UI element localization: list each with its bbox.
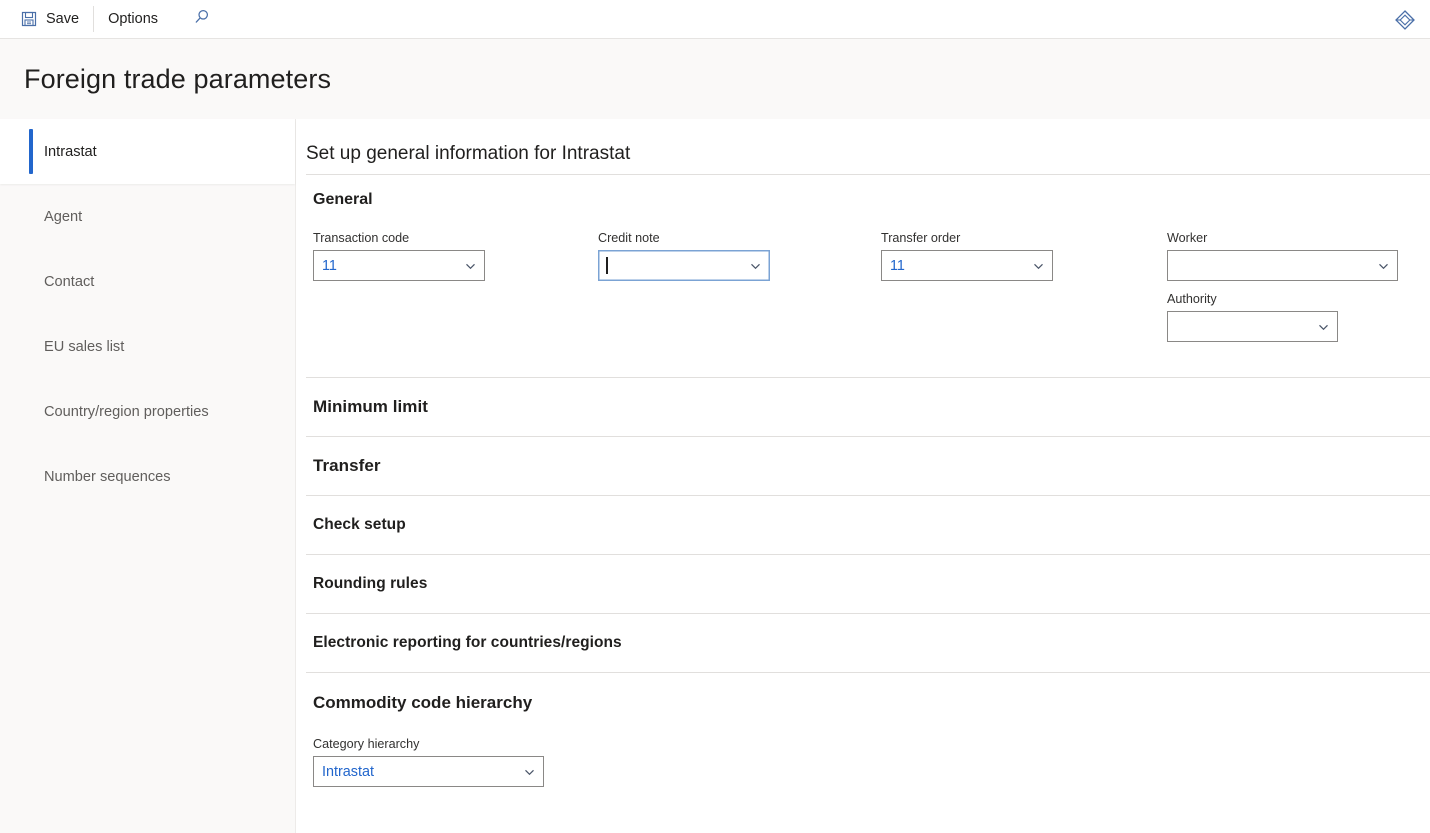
transfer-order-value: 11 xyxy=(890,257,905,274)
save-button-label: Save xyxy=(46,11,80,27)
chevron-down-icon xyxy=(1317,320,1330,333)
sidebar-item-country-region-properties[interactable]: Country/region properties xyxy=(0,379,295,444)
field-category-hierarchy: Category hierarchy Intrastat xyxy=(313,737,544,787)
chevron-down-icon xyxy=(749,259,762,272)
section-transfer[interactable]: Transfer xyxy=(306,437,1430,495)
field-transfer-order: Transfer order 11 xyxy=(881,231,1053,281)
section-title: Transfer xyxy=(313,456,381,475)
sidebar-item-number-sequences[interactable]: Number sequences xyxy=(0,444,295,509)
field-label: Authority xyxy=(1167,292,1217,306)
page-header-band: Foreign trade parameters xyxy=(0,39,1430,119)
field-worker: Worker xyxy=(1167,231,1398,281)
section-general: General Transaction code 11 Credit note xyxy=(306,175,1430,377)
save-button[interactable]: Save xyxy=(8,0,91,38)
general-fields-row: Transaction code 11 Credit note Transfer… xyxy=(313,231,1430,351)
section-title: Minimum limit xyxy=(313,397,428,416)
field-transaction-code: Transaction code 11 xyxy=(313,231,485,281)
section-general-title[interactable]: General xyxy=(313,191,1430,209)
section-minimum-limit[interactable]: Minimum limit xyxy=(306,378,1430,436)
section-electronic-reporting[interactable]: Electronic reporting for countries/regio… xyxy=(306,614,1430,672)
section-commodity-code-hierarchy: Commodity code hierarchy Category hierar… xyxy=(306,673,1430,787)
credit-note-dropdown[interactable] xyxy=(598,250,770,281)
save-floppy-icon xyxy=(20,10,38,28)
section-title[interactable]: Commodity code hierarchy xyxy=(313,673,1430,737)
sidebar-item-agent[interactable]: Agent xyxy=(0,184,295,249)
options-menu-button[interactable]: Options xyxy=(96,0,170,38)
sidebar-item-contact[interactable]: Contact xyxy=(0,249,295,314)
section-title: Rounding rules xyxy=(313,575,428,592)
worker-dropdown[interactable] xyxy=(1167,250,1398,281)
field-authority: Authority xyxy=(1167,292,1338,342)
sidebar-item-intrastat[interactable]: Intrastat xyxy=(0,119,295,184)
section-title: Electronic reporting for countries/regio… xyxy=(313,634,622,651)
sidebar-item-eu-sales-list[interactable]: EU sales list xyxy=(0,314,295,379)
field-label: Worker xyxy=(1167,231,1208,245)
sidebar-item-label: Country/region properties xyxy=(44,403,209,420)
category-hierarchy-dropdown[interactable]: Intrastat xyxy=(313,756,544,787)
search-icon xyxy=(193,8,211,31)
content-heading: Set up general information for Intrastat xyxy=(306,143,631,164)
search-button[interactable] xyxy=(184,0,220,38)
toolbar-divider xyxy=(93,6,95,32)
main-content: Set up general information for Intrastat… xyxy=(296,119,1430,833)
diamond-badge-icon[interactable] xyxy=(1394,9,1416,31)
sidebar-item-label: Intrastat xyxy=(44,143,97,160)
transaction-code-dropdown[interactable]: 11 xyxy=(313,250,485,281)
chevron-down-icon xyxy=(1377,259,1390,272)
field-label: Credit note xyxy=(598,231,660,245)
transfer-order-dropdown[interactable]: 11 xyxy=(881,250,1053,281)
toolbar-right-group xyxy=(1394,0,1416,39)
top-toolbar: Save Options xyxy=(0,0,1430,39)
sidebar-item-label: EU sales list xyxy=(44,338,125,355)
field-label: Transaction code xyxy=(313,231,410,245)
page-body: Intrastat Agent Contact EU sales list Co… xyxy=(0,119,1430,833)
field-credit-note: Credit note xyxy=(598,231,770,281)
sidebar-item-label: Agent xyxy=(44,208,83,225)
chevron-down-icon xyxy=(1032,259,1045,272)
field-label: Transfer order xyxy=(881,231,961,245)
field-label: Category hierarchy xyxy=(313,737,420,751)
transaction-code-value: 11 xyxy=(322,257,337,274)
chevron-down-icon xyxy=(464,259,477,272)
category-hierarchy-value: Intrastat xyxy=(322,763,374,780)
chevron-down-icon xyxy=(523,765,536,778)
section-rounding-rules[interactable]: Rounding rules xyxy=(306,555,1430,613)
sidebar-item-label: Contact xyxy=(44,273,95,290)
sidebar-navigation: Intrastat Agent Contact EU sales list Co… xyxy=(0,119,296,833)
text-cursor xyxy=(606,257,608,274)
options-menu-label: Options xyxy=(108,11,159,27)
page-title: Foreign trade parameters xyxy=(24,63,332,94)
sidebar-item-label: Number sequences xyxy=(44,468,171,485)
authority-dropdown[interactable] xyxy=(1167,311,1338,342)
section-title: Check setup xyxy=(313,516,406,533)
section-check-setup[interactable]: Check setup xyxy=(306,496,1430,554)
